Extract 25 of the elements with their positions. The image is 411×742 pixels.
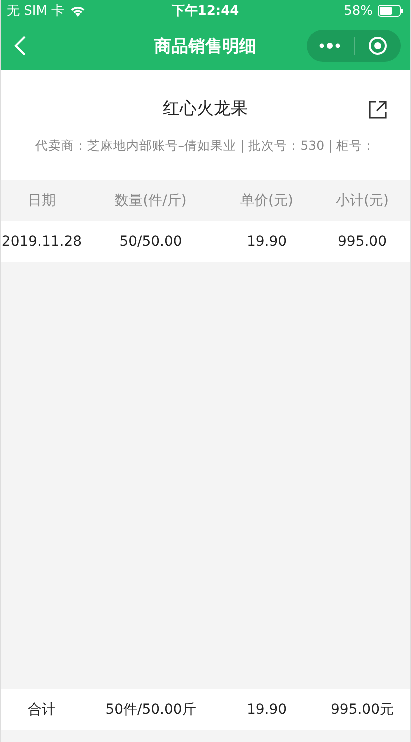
column-header: 数量(件/斤) (115, 192, 187, 210)
total-cell: 合计 (28, 700, 56, 718)
share-icon (368, 100, 388, 120)
target-icon (368, 36, 388, 56)
more-icon (319, 42, 342, 50)
battery-icon (378, 5, 404, 17)
column-header: 日期 (28, 192, 56, 210)
clock-text: 下午12:44 (172, 3, 240, 20)
back-icon (13, 35, 27, 57)
product-name: 红心火龙果 (163, 98, 248, 120)
table-cell: 2019.11.28 (2, 234, 82, 250)
product-info: 代卖商：芝麻地内部账号–倩如果业 | 批次号：530 | 柜号： (35, 138, 376, 155)
column-header: 小计(元) (336, 192, 389, 210)
total-cell: 19.90 (246, 702, 288, 718)
total-cell: 50件/50.00斤 (106, 700, 196, 718)
table-cell: 50/50.00 (120, 234, 182, 250)
page-title: 商品销售明细 (154, 36, 256, 58)
battery-text: 58% (344, 4, 373, 18)
total-cell: 995.00元 (331, 700, 394, 718)
column-header: 单价(元) (240, 192, 294, 210)
carrier-text: 无 SIM 卡 (7, 3, 65, 20)
table-cell: 19.90 (246, 234, 288, 250)
table-cell: 995.00 (338, 234, 387, 250)
wifi-icon (70, 5, 86, 17)
share-button[interactable] (368, 100, 388, 120)
